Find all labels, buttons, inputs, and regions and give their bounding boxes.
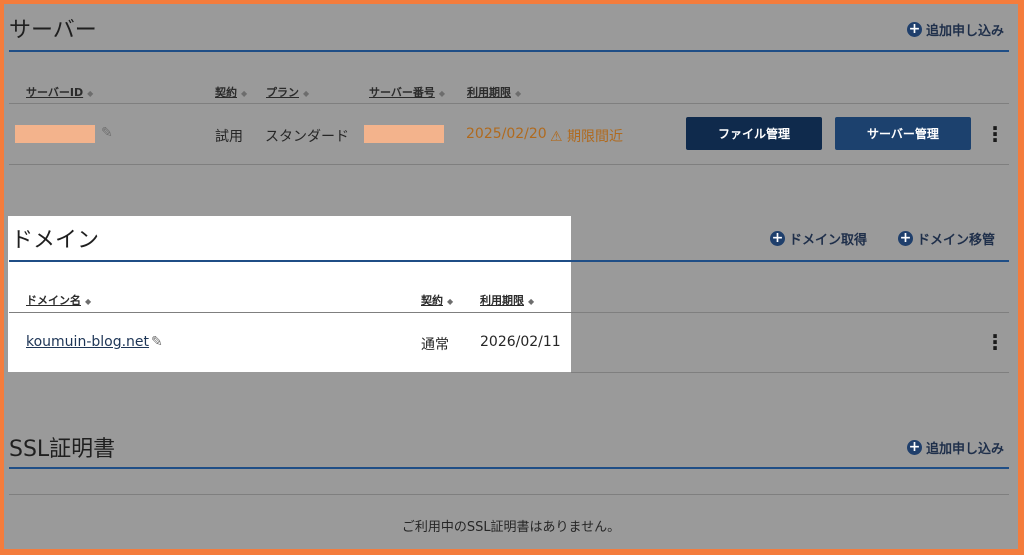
- server-header-rule: [9, 103, 1009, 104]
- col-server-id[interactable]: サーバーID ◆: [26, 84, 93, 100]
- ssl-add-label: 追加申し込み: [925, 442, 1004, 457]
- expiry-warning: ⚠ 期限間近: [550, 126, 623, 146]
- sort-icon: ◆: [85, 297, 92, 306]
- server-manage-button[interactable]: サーバー管理: [835, 117, 971, 150]
- domain-acquire-label: ドメイン取得: [789, 233, 868, 248]
- ssl-section-title: SSL証明書: [9, 437, 116, 462]
- domain-transfer-label: ドメイン移管: [917, 233, 996, 248]
- domain-row-rule: [571, 372, 1009, 373]
- pencil-icon[interactable]: ✎: [151, 334, 163, 350]
- col-domain-expiry[interactable]: 利用期限 ◆: [480, 292, 534, 308]
- sort-icon: ◆: [438, 89, 446, 98]
- ssl-header-rule: [9, 494, 1009, 495]
- sort-icon: ◆: [515, 89, 522, 98]
- sort-icon: ◆: [87, 89, 94, 98]
- domain-header-rule: [9, 312, 1009, 313]
- ssl-title-rule: [9, 467, 1009, 469]
- domain-section-title: ドメイン: [11, 228, 100, 253]
- sort-icon: ◆: [447, 297, 454, 306]
- ssl-empty-message: ご利用中のSSL証明書はありません。: [401, 520, 621, 535]
- server-section-title: サーバー: [9, 18, 97, 43]
- col-server-expiry[interactable]: 利用期限 ◆: [467, 84, 521, 100]
- pencil-icon[interactable]: ✎: [101, 125, 113, 141]
- sort-icon: ◆: [241, 89, 248, 98]
- col-domain-name[interactable]: ドメイン名 ◆: [26, 292, 91, 308]
- redacted-server-number: [364, 125, 444, 143]
- domain-contract-value: 通常: [421, 337, 449, 353]
- server-title-rule: [9, 50, 1009, 52]
- plus-circle-icon: +: [906, 21, 922, 37]
- col-server-contract[interactable]: 契約 ◆: [215, 84, 247, 100]
- server-row-rule: [9, 164, 1009, 165]
- plus-circle-icon: +: [898, 230, 913, 246]
- col-server-plan[interactable]: プラン ◆: [266, 84, 309, 100]
- domain-transfer-link[interactable]: + ドメイン移管: [898, 229, 995, 248]
- domain-title-rule: [9, 260, 1009, 262]
- domain-acquire-link[interactable]: + ドメイン取得: [770, 229, 867, 248]
- domain-name-link[interactable]: koumuin-blog.net: [26, 334, 149, 350]
- server-add-label: 追加申し込み: [925, 24, 1004, 39]
- sort-icon: ◆: [303, 89, 310, 98]
- plus-circle-icon: +: [906, 439, 922, 455]
- col-server-number[interactable]: サーバー番号 ◆: [369, 84, 445, 100]
- server-add-link[interactable]: + 追加申し込み: [906, 20, 1004, 39]
- domain-expiry-value: 2026/02/11: [480, 334, 561, 350]
- warning-icon: ⚠: [550, 129, 563, 145]
- expiry-warning-label: 期限間近: [567, 129, 624, 145]
- server-plan-value: スタンダード: [265, 129, 349, 145]
- server-more-menu-icon[interactable]: · · ·: [990, 118, 1000, 150]
- file-manage-button[interactable]: ファイル管理: [686, 117, 822, 150]
- sort-icon: ◆: [528, 297, 535, 306]
- redacted-server-id: [15, 125, 95, 143]
- ssl-add-link[interactable]: + 追加申し込み: [906, 438, 1004, 457]
- server-contract-value: 試用: [215, 129, 243, 145]
- server-expiry-value: 2025/02/20: [466, 126, 547, 142]
- domain-more-menu-icon[interactable]: · · ·: [990, 326, 1000, 358]
- plus-circle-icon: +: [770, 230, 785, 246]
- col-domain-contract[interactable]: 契約 ◆: [421, 292, 453, 308]
- page-frame: サーバー + 追加申し込み サーバーID ◆ 契約 ◆ プラン ◆ サーバー番号 ◆ 利…: [4, 4, 1018, 549]
